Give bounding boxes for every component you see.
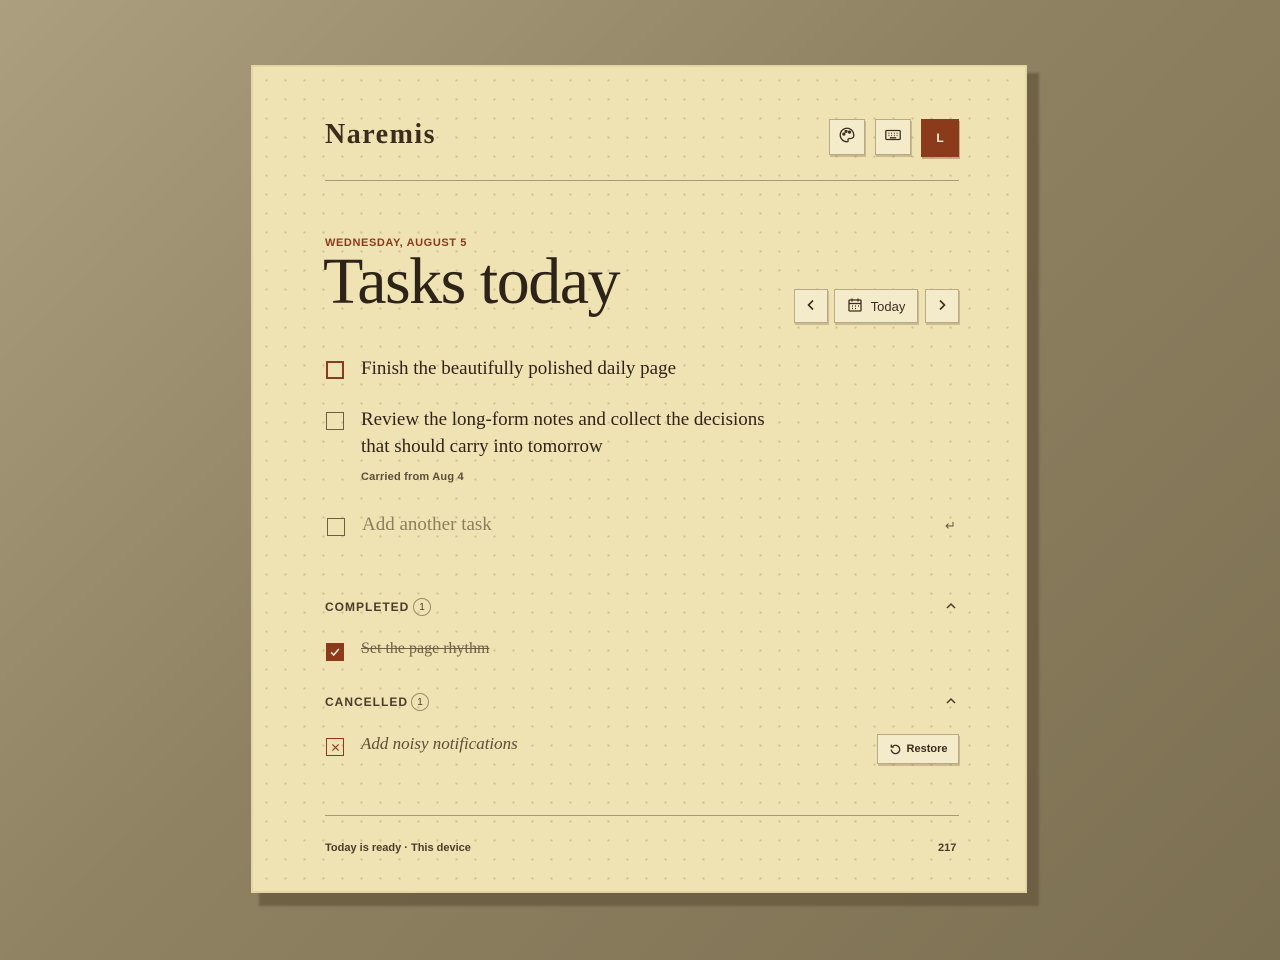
restore-icon	[889, 743, 902, 756]
theme-button[interactable]	[829, 119, 865, 155]
today-button[interactable]: Today	[834, 289, 918, 323]
cancelled-task-text[interactable]: Add noisy notifications	[361, 734, 518, 754]
task-checkbox[interactable]	[326, 412, 344, 430]
check-icon	[329, 646, 341, 658]
restore-label: Restore	[906, 743, 948, 755]
chevron-left-icon	[804, 298, 818, 315]
chevron-up-icon[interactable]	[944, 599, 958, 618]
previous-day-button[interactable]	[794, 289, 828, 323]
today-label: Today	[870, 298, 906, 314]
cancelled-task-checkbox[interactable]	[326, 738, 344, 756]
completed-task-checkbox[interactable]	[326, 643, 344, 661]
task-text-line-1[interactable]: Review the long-form notes and collect t…	[361, 406, 765, 433]
task-carried-note: Carried from Aug 4	[361, 471, 464, 483]
palette-icon	[838, 126, 856, 149]
next-day-button[interactable]	[925, 289, 959, 323]
cancelled-count-badge: 1	[411, 693, 429, 711]
footer-status: Today is ready · This device	[325, 842, 471, 854]
keyboard-shortcuts-button[interactable]	[875, 119, 911, 155]
completed-count-badge: 1	[413, 598, 431, 616]
task-text-line-2[interactable]: that should carry into tomorrow	[361, 433, 603, 460]
app-brand: Naremis	[325, 119, 437, 150]
task-checkbox[interactable]	[326, 361, 344, 379]
restore-button[interactable]: Restore	[877, 734, 959, 764]
header-divider	[325, 180, 959, 181]
new-task-checkbox	[327, 518, 345, 536]
completed-task-text[interactable]: Set the page rhythm	[361, 640, 489, 658]
calendar-icon	[847, 297, 863, 316]
footer-divider	[325, 815, 959, 816]
chevron-up-icon[interactable]	[944, 694, 958, 713]
cancelled-section-label[interactable]: CANCELLED	[325, 695, 408, 709]
x-icon	[330, 742, 341, 753]
keyboard-icon	[884, 126, 902, 149]
footer-count: 217	[938, 842, 957, 854]
daily-page: Naremis L WEDNESDAY, AUGUST 5 Tasks toda…	[251, 65, 1027, 893]
chevron-right-icon	[935, 298, 949, 315]
page-title: Tasks today	[323, 245, 621, 318]
add-task-input[interactable]: Add another task	[362, 514, 492, 536]
enter-key-icon: ↵	[945, 518, 956, 533]
completed-section-label[interactable]: COMPLETED	[325, 600, 409, 614]
user-avatar[interactable]: L	[921, 119, 959, 157]
task-text[interactable]: Finish the beautifully polished daily pa…	[361, 355, 676, 382]
